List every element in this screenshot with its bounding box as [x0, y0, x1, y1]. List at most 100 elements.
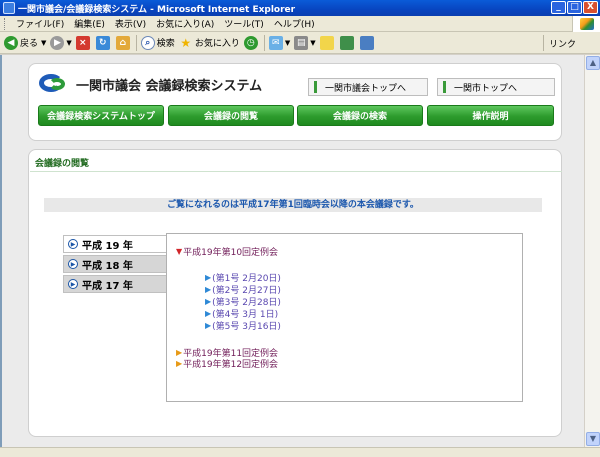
star-icon: ★: [180, 35, 192, 50]
session-label: 平成19年第12回定例会: [183, 360, 279, 370]
search-label: 検索: [156, 39, 175, 49]
people-icon: [339, 35, 354, 50]
print-dropdown-icon[interactable]: ▼: [310, 39, 315, 47]
print-button[interactable]: ▤ ▼: [294, 35, 316, 50]
triangle-right-icon: ▶: [205, 297, 212, 306]
triangle-right-icon: ▶: [205, 321, 212, 330]
scroll-up-icon[interactable]: ▲: [586, 56, 600, 70]
scroll-down-icon[interactable]: ▼: [586, 432, 600, 446]
menu-bar: ファイル(F) 編集(E) 表示(V) お気に入り(A) ツール(T) ヘルプ(…: [0, 16, 600, 32]
links-separator: [543, 35, 544, 51]
browser-toolbar: ◀ 戻る ▼ ▶ ▼ × ↻ ⌂ ⌕ 検索 ★ お気に入り ◷ ✉ ▼ ▤ ▼: [0, 32, 600, 54]
nav-search-button[interactable]: 会議録の検索: [297, 105, 423, 126]
triangle-right-icon: ▶: [205, 309, 212, 318]
menu-favorites[interactable]: お気に入り(A): [151, 17, 219, 30]
year-tabs: ▶ 平成 19 年 ▶ 平成 18 年 ▶ 平成 17 年: [63, 235, 167, 295]
circle-arrow-icon: ▶: [68, 239, 78, 249]
gikai-top-link[interactable]: 一関市議会トップへ: [308, 78, 428, 96]
messenger-button[interactable]: [339, 35, 356, 50]
search-button[interactable]: ⌕ 検索: [140, 35, 175, 50]
year-tab-h18[interactable]: ▶ 平成 18 年: [63, 255, 167, 273]
search-icon: ⌕: [140, 35, 155, 50]
nav-system-top-button[interactable]: 会議録検索システムトップ: [38, 105, 164, 126]
back-arrow-icon: ◀: [4, 35, 18, 50]
refresh-icon: ↻: [95, 35, 110, 50]
menu-tools[interactable]: ツール(T): [219, 17, 269, 30]
menu-view[interactable]: 表示(V): [110, 17, 151, 30]
site-title: 一関市議会 会議録検索システム: [76, 79, 263, 94]
collapsed-triangle-icon: ▶: [176, 359, 183, 368]
history-button[interactable]: ◷: [243, 35, 260, 50]
links-bar[interactable]: リンク: [549, 37, 576, 50]
close-button[interactable]: X: [583, 1, 598, 14]
circle-arrow-icon: ▶: [68, 259, 78, 269]
mail-icon: ✉: [268, 35, 283, 50]
nav-help-button[interactable]: 操作説明: [427, 105, 554, 126]
session-item-12[interactable]: ▶ 平成19年第12回定例会: [176, 357, 278, 370]
ie-app-icon: [3, 2, 15, 14]
session-list: ▼ 平成19年第10回定例会 ▶ (第1号 2月20日) ▶ (第2号 2月27…: [166, 233, 523, 402]
menu-file[interactable]: ファイル(F): [11, 17, 69, 30]
section-divider: [30, 171, 562, 172]
city-logo-icon: [39, 74, 69, 94]
session-label: 平成19年第10回定例会: [183, 248, 279, 258]
mail-dropdown-icon[interactable]: ▼: [285, 39, 290, 47]
back-dropdown-icon[interactable]: ▼: [41, 39, 46, 47]
city-top-link[interactable]: 一関市トップへ: [437, 78, 555, 96]
window-titlebar: 一関市議会/会議録検索システム - Microsoft Internet Exp…: [0, 0, 600, 16]
edit-button[interactable]: [319, 35, 336, 50]
city-top-label: 一関市トップへ: [454, 83, 518, 94]
windows-logo-icon: [572, 16, 600, 32]
home-button[interactable]: ⌂: [115, 35, 132, 50]
link-bar-icon: [443, 81, 446, 93]
expanded-triangle-icon: ▼: [176, 247, 183, 256]
forward-button[interactable]: ▶ ▼: [50, 35, 72, 50]
toolbar-separator: [135, 34, 137, 51]
record-link-5[interactable]: ▶ (第5号 3月16日): [205, 319, 281, 332]
triangle-right-icon: ▶: [205, 285, 212, 294]
link-bar-icon: [314, 81, 317, 93]
gikai-top-label: 一関市議会トップへ: [325, 83, 407, 94]
window-controls: _ □ X: [551, 1, 598, 14]
year-tab-label: 平成 17 年: [82, 280, 133, 292]
stop-button[interactable]: ×: [75, 35, 92, 50]
year-tab-h19[interactable]: ▶ 平成 19 年: [63, 235, 167, 253]
research-icon: [359, 35, 374, 50]
minimize-button[interactable]: _: [551, 1, 566, 14]
page-content: 一関市議会 会議録検索システム 一関市議会トップへ 一関市トップへ 会議録検索シ…: [0, 55, 584, 447]
status-bar: [0, 447, 600, 457]
home-icon: ⌂: [115, 35, 130, 50]
menu-edit[interactable]: 編集(E): [69, 17, 110, 30]
history-icon: ◷: [243, 35, 258, 50]
print-icon: ▤: [294, 35, 309, 50]
triangle-right-icon: ▶: [205, 273, 212, 282]
menu-grip: [4, 17, 7, 30]
maximize-button[interactable]: □: [567, 1, 582, 14]
circle-arrow-icon: ▶: [68, 279, 78, 289]
toolbar-separator: [263, 34, 265, 51]
vertical-scrollbar[interactable]: ▲ ▼: [584, 55, 600, 447]
back-button[interactable]: ◀ 戻る ▼: [4, 35, 46, 50]
notepad-icon: [319, 35, 334, 50]
year-tab-label: 平成 18 年: [82, 260, 133, 272]
forward-arrow-icon: ▶: [50, 35, 65, 50]
forward-dropdown-icon[interactable]: ▼: [66, 39, 71, 47]
record-label: (第5号 3月16日): [212, 322, 281, 332]
stop-icon: ×: [75, 35, 90, 50]
nav-browse-button[interactable]: 会議録の閲覧: [168, 105, 294, 126]
menu-help[interactable]: ヘルプ(H): [269, 17, 320, 30]
refresh-button[interactable]: ↻: [95, 35, 112, 50]
favorites-label: お気に入り: [194, 39, 240, 49]
browse-panel: 会議録の閲覧 ご覧になれるのは平成17年第1回臨時会以降の本会議録です。 ▶ 平…: [28, 149, 562, 437]
availability-notice: ご覧になれるのは平成17年第1回臨時会以降の本会議録です。: [44, 198, 542, 212]
site-header-panel: 一関市議会 会議録検索システム 一関市議会トップへ 一関市トップへ 会議録検索シ…: [28, 63, 562, 141]
research-button[interactable]: [359, 35, 376, 50]
session-item-10[interactable]: ▼ 平成19年第10回定例会: [176, 245, 278, 258]
favorites-button[interactable]: ★ お気に入り: [179, 35, 240, 50]
back-label: 戻る: [20, 39, 39, 49]
mail-button[interactable]: ✉ ▼: [268, 35, 290, 50]
window-title: 一関市議会/会議録検索システム - Microsoft Internet Exp…: [18, 4, 296, 15]
year-tab-h17[interactable]: ▶ 平成 17 年: [63, 275, 167, 293]
collapsed-triangle-icon: ▶: [176, 348, 183, 357]
section-title: 会議録の閲覧: [35, 159, 90, 169]
